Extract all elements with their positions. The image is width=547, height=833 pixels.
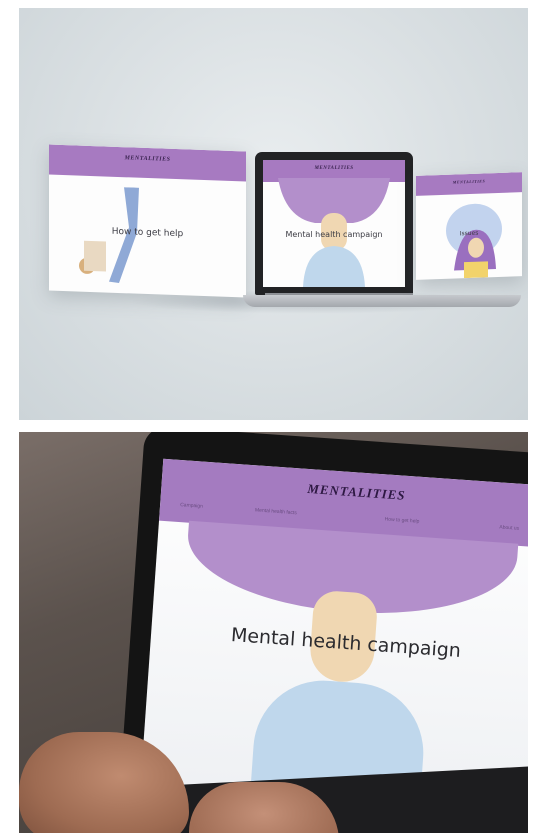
center-screen: MENTALITIES Mental health campaign bbox=[263, 160, 405, 287]
left-screen: MENTALITIES How to get help bbox=[49, 144, 246, 298]
brand-logo: MENTALITIES bbox=[314, 166, 354, 171]
right-screen: MENTALITIES Issues bbox=[416, 172, 522, 280]
nav-item-about[interactable]: About us bbox=[499, 524, 519, 531]
mockup-panel: MENTALITIES How to get help MENTALITIES … bbox=[19, 8, 528, 420]
laptop-base bbox=[243, 295, 521, 307]
laptop-photo-panel: MENTALITIES Campaign Mental health facts… bbox=[19, 432, 528, 833]
screen-title: Mental health campaign bbox=[285, 230, 383, 239]
person-with-cloud-illustration bbox=[446, 203, 502, 279]
